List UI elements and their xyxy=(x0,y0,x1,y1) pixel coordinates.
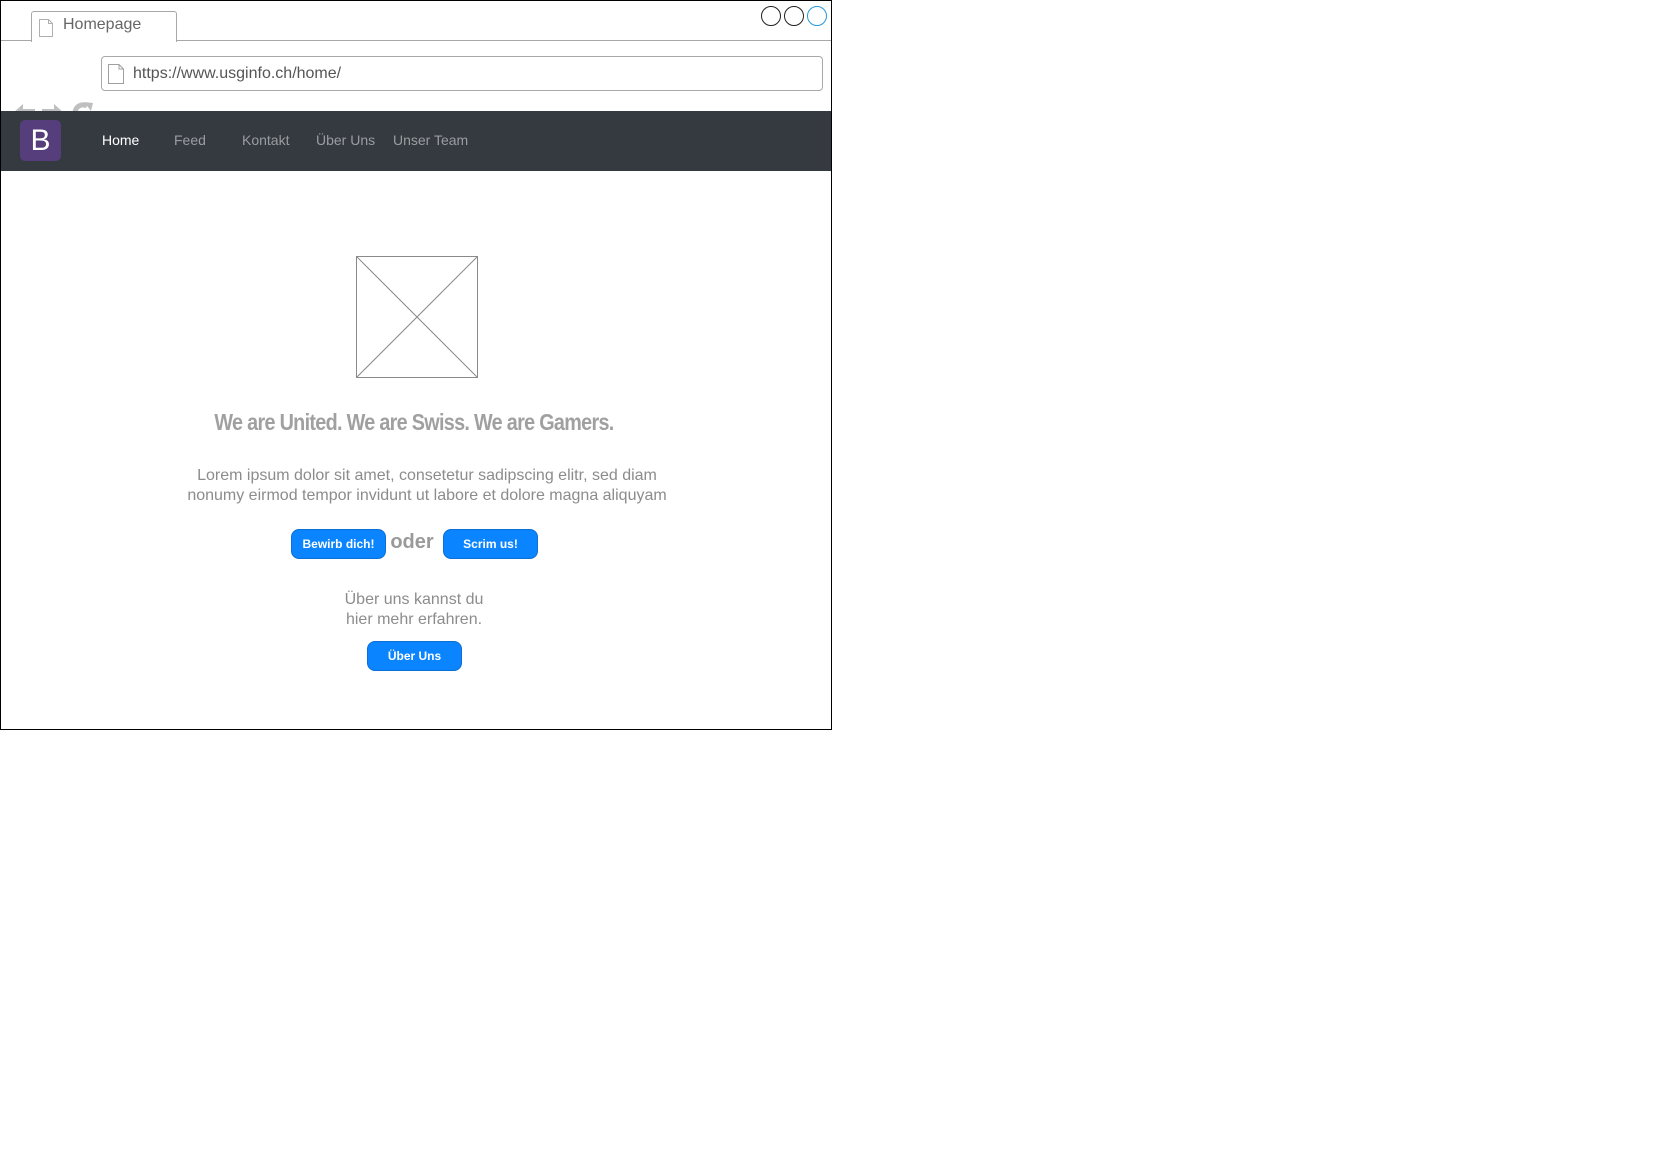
nav-item-unser-team[interactable]: Unser Team xyxy=(393,132,468,148)
browser-tab[interactable]: Homepage xyxy=(31,11,177,42)
tab-title: Homepage xyxy=(63,16,142,33)
browser-window: Homepage https://www.usginfo.ch/home/ B … xyxy=(0,0,832,730)
or-label: oder xyxy=(390,531,434,553)
lead-line-1: Lorem ipsum dolor sit amet, consetetur s… xyxy=(197,467,657,484)
nav-item-home[interactable]: Home xyxy=(102,132,139,148)
nav-item-kontakt[interactable]: Kontakt xyxy=(242,132,289,148)
page-icon xyxy=(39,19,53,37)
about-line-1: Über uns kannst du xyxy=(344,591,484,608)
brand-logo[interactable]: B xyxy=(20,120,61,161)
url-text: https://www.usginfo.ch/home/ xyxy=(133,65,342,82)
scrim-button[interactable]: Scrim us! xyxy=(443,529,538,559)
site-navbar: B Home Feed Kontakt Über Uns Unser Team xyxy=(1,111,831,171)
close-button[interactable] xyxy=(807,6,827,26)
about-line-2: hier mehr erfahren. xyxy=(345,611,483,628)
minimize-button[interactable] xyxy=(761,6,781,26)
page-icon xyxy=(108,64,124,84)
apply-button[interactable]: Bewirb dich! xyxy=(291,529,386,559)
lead-line-2: nonumy eirmod tempor invidunt ut labore … xyxy=(187,487,667,504)
window-controls xyxy=(761,6,827,26)
about-text: Über uns kannst du hier mehr erfahren. xyxy=(301,590,527,630)
nav-item-feed[interactable]: Feed xyxy=(174,132,206,148)
hero-lead-text: Lorem ipsum dolor sit amet, consetetur s… xyxy=(171,466,683,506)
url-input[interactable]: https://www.usginfo.ch/home/ xyxy=(101,56,823,91)
hero-headline: We are United. We are Swiss. We are Game… xyxy=(214,409,614,435)
browser-titlebar: Homepage xyxy=(1,1,831,42)
nav-item-ueber-uns[interactable]: Über Uns xyxy=(316,132,375,148)
about-us-button[interactable]: Über Uns xyxy=(367,641,462,671)
maximize-button[interactable] xyxy=(784,6,804,26)
image-placeholder-icon xyxy=(356,256,478,378)
